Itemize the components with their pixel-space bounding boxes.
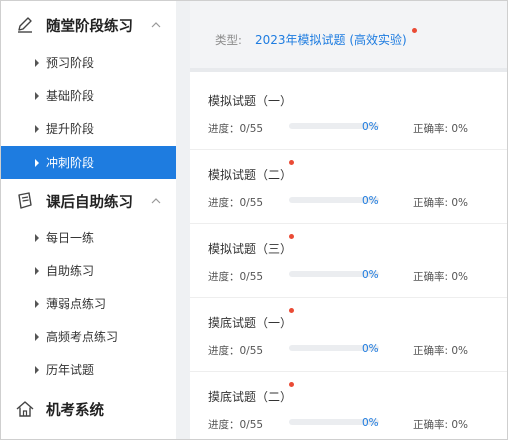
pencil-icon (15, 15, 35, 35)
new-indicator-dot (289, 308, 294, 313)
main-panel: 类型: 2023年模拟试题 (高效实验) 模拟试题（一） 进度：0/55 0% 正确率… (190, 0, 508, 440)
sidebar: 随堂阶段练习 预习阶段 基础阶段 提升阶段 冲刺阶段 课后自助练习 每日一练 自… (0, 0, 176, 440)
section-header-classroom-practice[interactable]: 随堂阶段练习 (0, 8, 176, 42)
notebook-icon (15, 191, 35, 211)
exam-title: 模拟试题（二） (208, 168, 293, 182)
sidebar-item-label: 基础阶段 (46, 89, 95, 103)
progress-percent: 0% (362, 121, 379, 133)
exam-card[interactable]: 摸底试题（一） 进度：0/55 0% 正确率: 0% (190, 298, 508, 372)
sidebar-item-label: 高频考点练习 (46, 330, 119, 344)
caret-right-icon (33, 124, 41, 134)
sidebar-item-label: 每日一练 (46, 231, 95, 245)
progress-label: 进度：0/55 (208, 419, 264, 431)
progress-percent: 0% (362, 195, 379, 207)
exam-card[interactable]: 模拟试题（一） 进度：0/55 0% 正确率: 0% (190, 76, 508, 150)
sidebar-item-label: 薄弱点练习 (46, 297, 107, 311)
sidebar-item-label: 冲刺阶段 (46, 156, 95, 170)
exam-title: 摸底试题（一） (208, 316, 293, 330)
sidebar-item-frequent-points[interactable]: 高频考点练习 (0, 320, 176, 353)
chevron-up-icon[interactable] (150, 195, 162, 207)
caret-right-icon (33, 365, 41, 375)
progress-label: 进度：0/55 (208, 345, 264, 357)
accuracy-label: 正确率: 0% (413, 345, 469, 357)
exam-title: 模拟试题（三） (208, 242, 293, 256)
accuracy-label: 正确率: 0% (413, 197, 469, 209)
sidebar-item-basic-stage[interactable]: 基础阶段 (0, 79, 176, 112)
sidebar-item-daily-practice[interactable]: 每日一练 (0, 221, 176, 254)
chevron-up-icon[interactable] (150, 19, 162, 31)
progress-percent: 0% (362, 417, 379, 429)
exam-card[interactable]: 模拟试题（三） 进度：0/55 0% 正确率: 0% (190, 224, 508, 298)
divider-band (176, 0, 190, 440)
exam-title: 模拟试题（一） (208, 94, 293, 108)
progress-percent: 0% (362, 343, 379, 355)
exam-card[interactable]: 模拟试题（二） 进度：0/55 0% 正确率: 0% (190, 150, 508, 224)
section-header-self-practice[interactable]: 课后自助练习 (0, 184, 176, 218)
sidebar-item-label: 预习阶段 (46, 56, 95, 70)
accuracy-label: 正确率: 0% (413, 419, 469, 431)
caret-right-icon (33, 91, 41, 101)
sidebar-item-sprint-stage[interactable]: 冲刺阶段 (0, 146, 176, 179)
progress-percent: 0% (362, 269, 379, 281)
sidebar-item-past-exams[interactable]: 历年试题 (0, 353, 176, 386)
exam-title: 摸底试题（二） (208, 390, 293, 404)
type-selector[interactable]: 2023年模拟试题 (高效实验) (255, 31, 407, 48)
type-filter-bar: 类型: 2023年模拟试题 (高效实验) (190, 0, 508, 72)
sidebar-item-label: 提升阶段 (46, 122, 95, 136)
accuracy-label: 正确率: 0% (413, 123, 469, 135)
sidebar-item-preview-stage[interactable]: 预习阶段 (0, 46, 176, 79)
section-title: 机考系统 (46, 402, 104, 419)
new-indicator-dot (289, 234, 294, 239)
caret-right-icon (33, 158, 41, 168)
caret-right-icon (33, 266, 41, 276)
progress-label: 进度：0/55 (208, 271, 264, 283)
caret-right-icon (33, 299, 41, 309)
accuracy-label: 正确率: 0% (413, 271, 469, 283)
new-indicator-dot (412, 28, 417, 33)
house-icon (15, 399, 35, 419)
sidebar-item-improve-stage[interactable]: 提升阶段 (0, 112, 176, 145)
type-label: 类型: (215, 33, 242, 47)
caret-right-icon (33, 332, 41, 342)
caret-right-icon (33, 58, 41, 68)
sidebar-item-self-help-practice[interactable]: 自助练习 (0, 254, 176, 287)
sidebar-item-label: 历年试题 (46, 363, 95, 377)
new-indicator-dot (289, 382, 294, 387)
progress-label: 进度：0/55 (208, 197, 264, 209)
progress-label: 进度：0/55 (208, 123, 264, 135)
sidebar-item-weak-points[interactable]: 薄弱点练习 (0, 287, 176, 320)
section-header-exam-system[interactable]: 机考系统 (0, 392, 176, 426)
exam-card[interactable]: 摸底试题（二） 进度：0/55 0% 正确率: 0% (190, 372, 508, 440)
new-indicator-dot (289, 160, 294, 165)
sidebar-item-label: 自助练习 (46, 264, 95, 278)
section-title: 随堂阶段练习 (46, 18, 133, 35)
caret-right-icon (33, 233, 41, 243)
section-title: 课后自助练习 (46, 194, 133, 211)
